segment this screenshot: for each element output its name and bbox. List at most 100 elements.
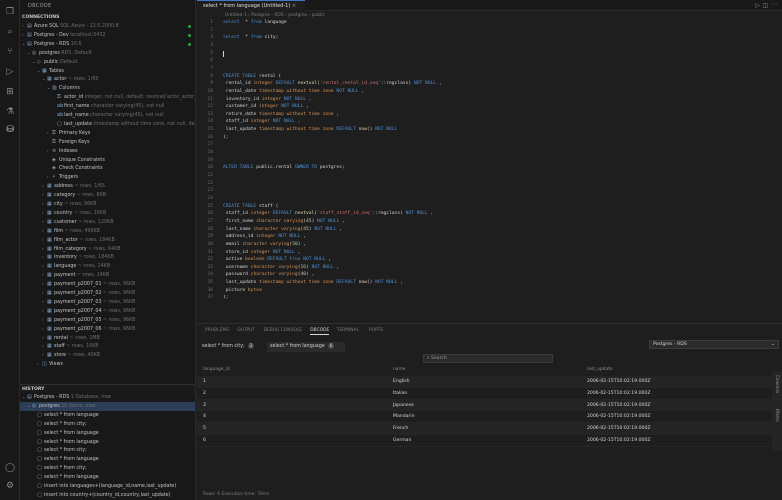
history-tree-item[interactable]: ▢ select * from language <box>20 455 195 464</box>
connection-tree-item[interactable]: ⌄ ▤ Postgres - RDS 16.6 <box>20 40 195 49</box>
grid-column-header[interactable]: last_update <box>587 367 613 372</box>
connection-tree-item[interactable]: ⚿ Foreign Keys <box>20 138 195 147</box>
grid-cell[interactable]: Italian <box>393 388 407 400</box>
code-line[interactable]: address_id integer NOT NULL , <box>223 234 306 239</box>
code-line[interactable]: rental_id integer DEFAULT nextval('renta… <box>223 81 442 86</box>
database-icon[interactable]: ⛁ <box>4 124 16 136</box>
connection-tree-item[interactable]: › ▦ payment_p2007_05 ~ rows, 96KB <box>20 316 195 325</box>
code-line[interactable]: ); <box>223 295 229 300</box>
connection-tree-item[interactable]: ⌄ ▦ actor ~ rows, 1/6S <box>20 75 195 84</box>
connection-tree-item[interactable]: › ▦ film_category ~ rows, 64KB <box>20 245 195 254</box>
code-line[interactable]: CREATE TABLE rental ( <box>223 74 281 79</box>
connection-tree-item[interactable]: › ▦ customer ~ rows, 120KB <box>20 218 195 227</box>
table-row[interactable]: 5 French 2006-02-15T10:02:19.000Z <box>197 423 772 435</box>
history-tree-item[interactable]: ▢ select * from language <box>20 438 195 447</box>
split-editor-icon[interactable]: ◫ <box>762 2 768 9</box>
settings-gear-icon[interactable]: ⚙ <box>4 480 16 492</box>
connection-tree-item[interactable]: ⌄ ▦ Tables <box>20 67 195 76</box>
code-line[interactable]: staff_id integer NOT NULL , <box>223 119 301 124</box>
code-line[interactable]: picture bytea <box>223 288 262 293</box>
run-icon[interactable]: ▷ <box>755 2 760 9</box>
connection-tree-item[interactable]: ⌄ ◎ postgres RDS, Default <box>20 49 195 58</box>
connection-tree-item[interactable]: › ▦ inventory ~ rows, 184KB <box>20 253 195 262</box>
history-tree-item[interactable]: ▢ select * from city; <box>20 464 195 473</box>
grid-column-header[interactable]: name <box>393 367 405 372</box>
code-line[interactable]: username character varying(16) NOT NULL … <box>223 265 340 270</box>
connection-tree-item[interactable]: ⚿ actor_id integer, not null, default: ne… <box>20 93 195 102</box>
query-tab[interactable]: select * from city; 2 <box>199 342 261 352</box>
close-icon[interactable]: × <box>292 3 296 9</box>
search-icon[interactable]: ⌕ <box>4 26 16 38</box>
grid-cell[interactable]: 2006-02-15T10:02:19.000Z <box>587 411 651 423</box>
table-row[interactable]: 6 German 2006-02-15T10:02:19.000Z <box>197 435 772 447</box>
explorer-icon[interactable]: ❐ <box>4 6 16 18</box>
history-tree-item[interactable]: ▢ insert into languages+(language_id,name… <box>20 482 195 491</box>
code-line[interactable]: customer_id integer NOT NULL , <box>223 104 309 109</box>
history-tree-item[interactable]: ▢ select * from city; <box>20 446 195 455</box>
breadcrumb[interactable]: Untitled-1 › Postgres - RDS › postgres ›… <box>225 13 325 18</box>
history-tree-item[interactable]: ▢ select * from language <box>20 411 195 420</box>
connection-tree-item[interactable]: › ▦ payment_p2007_04 ~ rows, 96KB <box>20 307 195 316</box>
connection-tree-item[interactable]: ⌄ ◇ public Default <box>20 58 195 67</box>
grid-cell[interactable]: Japanese <box>393 400 414 412</box>
code-line[interactable]: select * from language <box>223 20 287 25</box>
code-line[interactable]: store_id integer NOT NULL , <box>223 250 301 255</box>
panel-tab-problems[interactable]: PROBLEMS <box>205 328 229 333</box>
code-line[interactable]: last_name character varying(45) NOT NULL… <box>223 227 342 232</box>
history-tree-item[interactable]: ⌄ ▤ Postgres - RDS 1 Database, now <box>20 393 195 402</box>
connection-tree-item[interactable]: › ▦ payment_p2007_02 ~ rows, 96KB <box>20 289 195 298</box>
connection-tree-item[interactable]: › ▦ language ~ rows, 24KB <box>20 262 195 271</box>
code-line[interactable]: inventory_id integer NOT NULL , <box>223 97 312 102</box>
connection-tree-item[interactable]: › ▦ payment_p2007_06 ~ rows, 96KB <box>20 325 195 334</box>
panel-tab-ports[interactable]: PORTS <box>369 328 383 333</box>
table-row[interactable]: 2 Italian 2006-02-15T10:02:19.000Z <box>197 388 772 400</box>
query-tab[interactable]: select * from language 6 <box>267 342 345 352</box>
connection-tree-item[interactable]: › ▦ address ~ rows, 1/6S <box>20 182 195 191</box>
history-tree-item[interactable]: ▢ select * from language <box>20 429 195 438</box>
columns-side-tab[interactable]: Columns <box>775 375 780 393</box>
connection-tree-item[interactable]: › ▦ payment_p2007_03 ~ rows, 96KB <box>20 298 195 307</box>
grid-cell[interactable]: 2006-02-15T10:02:19.000Z <box>587 400 651 412</box>
history-tree-item[interactable]: ▢ select * from language <box>20 473 195 482</box>
run-debug-icon[interactable]: ▷ <box>4 66 16 78</box>
grid-cell[interactable]: Mandarin <box>393 411 415 423</box>
connection-tree-item[interactable]: › ▦ payment ~ rows, 24KB <box>20 271 195 280</box>
grid-cell[interactable]: 2006-02-15T10:02:19.000Z <box>587 388 651 400</box>
code-line[interactable]: ); <box>223 135 229 140</box>
connection-tree-item[interactable]: › ≡ Indexes <box>20 147 195 156</box>
grid-cell[interactable]: 4 <box>203 411 206 423</box>
grid-cell[interactable]: 2006-02-15T10:02:19.000Z <box>587 376 651 388</box>
connection-tree-item[interactable]: ▢ last_update timestamp without time zone… <box>20 120 195 129</box>
connection-tree-item[interactable]: › ▦ film_actor ~ rows, 184KB <box>20 236 195 245</box>
grid-cell[interactable]: English <box>393 376 410 388</box>
connection-tree-item[interactable]: › ▦ film ~ rows, 496KB <box>20 227 195 236</box>
connection-tree-item[interactable]: › ▦ staff ~ rows, 16KB <box>20 342 195 351</box>
history-section-header[interactable]: HISTORY <box>20 384 195 393</box>
grid-cell[interactable]: 2006-02-15T10:02:19.000Z <box>587 423 651 435</box>
code-line[interactable]: last_update timestamp without time zone … <box>223 280 403 285</box>
grid-cell[interactable]: 3 <box>203 400 206 412</box>
grid-cell[interactable]: 1 <box>203 376 206 388</box>
panel-tab-dbcode[interactable]: DBCODE <box>310 328 330 335</box>
table-row[interactable]: 3 Japanese 2006-02-15T10:02:19.000Z <box>197 399 772 412</box>
grid-cell[interactable]: 6 <box>203 435 206 447</box>
connection-tree-item[interactable]: ◈ Unique Constraints <box>20 156 195 165</box>
editor-tab-active[interactable]: select * from language (Untitled-1) × <box>197 0 305 11</box>
code-line[interactable]: rental_date timestamp without time zone … <box>223 89 364 94</box>
grid-cell[interactable]: 5 <box>203 423 206 435</box>
code-line[interactable]: staff_id integer DEFAULT nextval('staff_… <box>223 211 434 216</box>
connection-tree-item[interactable]: › ⚡ Triggers <box>20 173 195 182</box>
panel-tab-terminal[interactable]: TERMINAL <box>337 328 359 333</box>
table-row[interactable]: 4 Mandarin 2006-02-15T10:02:19.000Z <box>197 411 772 424</box>
code-line[interactable]: CREATE TABLE staff ( <box>223 204 278 209</box>
extensions-icon[interactable]: ⊞ <box>4 86 16 98</box>
connection-tree-item[interactable]: › ▦ payment_p2007_01 ~ rows, 96KB <box>20 280 195 289</box>
connection-tree-item[interactable]: › ▦ category ~ rows, 8KB <box>20 191 195 200</box>
code-line[interactable]: active boolean DEFAULT true NOT NULL , <box>223 257 331 262</box>
history-tree-item[interactable]: ▢ insert into country+(country_id,country… <box>20 491 195 500</box>
connection-tree-item[interactable]: › ▦ rental ~ rows, 1MB <box>20 334 195 343</box>
more-actions-icon[interactable]: ⋯ <box>771 1 777 8</box>
panel-tab-output[interactable]: OUTPUT <box>237 328 255 333</box>
code-line[interactable]: first_name character varying(45) NOT NUL… <box>223 219 345 224</box>
code-line[interactable]: last_update timestamp without time zone … <box>223 127 398 132</box>
